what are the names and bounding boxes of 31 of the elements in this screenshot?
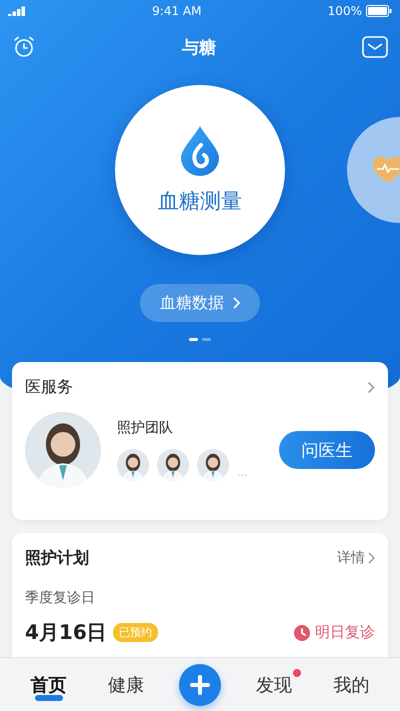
card-title: 照护计划	[25, 548, 89, 568]
visit-date: 4月16日	[25, 619, 107, 646]
team-label: 照护团队	[117, 419, 174, 437]
mail-icon[interactable]	[362, 36, 388, 58]
measure-label: 血糖测量	[158, 188, 242, 215]
signal-icon	[8, 6, 26, 16]
nav-tab[interactable]: 首页	[24, 668, 73, 700]
booked-badge: 已预约	[112, 623, 158, 642]
more-indicator: ···	[237, 470, 248, 481]
battery-percentage: 100%	[328, 4, 362, 18]
card-title: 医服务	[25, 376, 73, 398]
heart-pulse-icon	[373, 156, 400, 184]
ask-doctor-button[interactable]: 问医生	[279, 431, 375, 469]
plus-icon	[188, 674, 211, 696]
add-button[interactable]	[178, 664, 221, 706]
alarm-clock-icon[interactable]	[12, 35, 36, 59]
nav-tab[interactable]: 健康	[102, 668, 150, 700]
battery-icon	[366, 5, 392, 17]
chevron-icon[interactable]	[367, 380, 375, 394]
chevron-icon	[368, 552, 375, 564]
status-time: 9:41 AM	[152, 4, 202, 18]
app-title: 与糖	[182, 36, 216, 58]
clock-icon	[294, 624, 310, 640]
nav-tab[interactable]: 发现	[250, 668, 298, 700]
details-link[interactable]: 详情	[337, 549, 375, 567]
reminder-text: 明日复诊	[315, 623, 375, 642]
water-drop-icon	[180, 125, 220, 177]
plan-label: 季度复诊日	[25, 589, 96, 607]
chevron-icon	[232, 297, 240, 309]
nav-tab[interactable]: 我的	[327, 668, 376, 700]
measure-card[interactable]: 血糖测量	[115, 85, 285, 255]
